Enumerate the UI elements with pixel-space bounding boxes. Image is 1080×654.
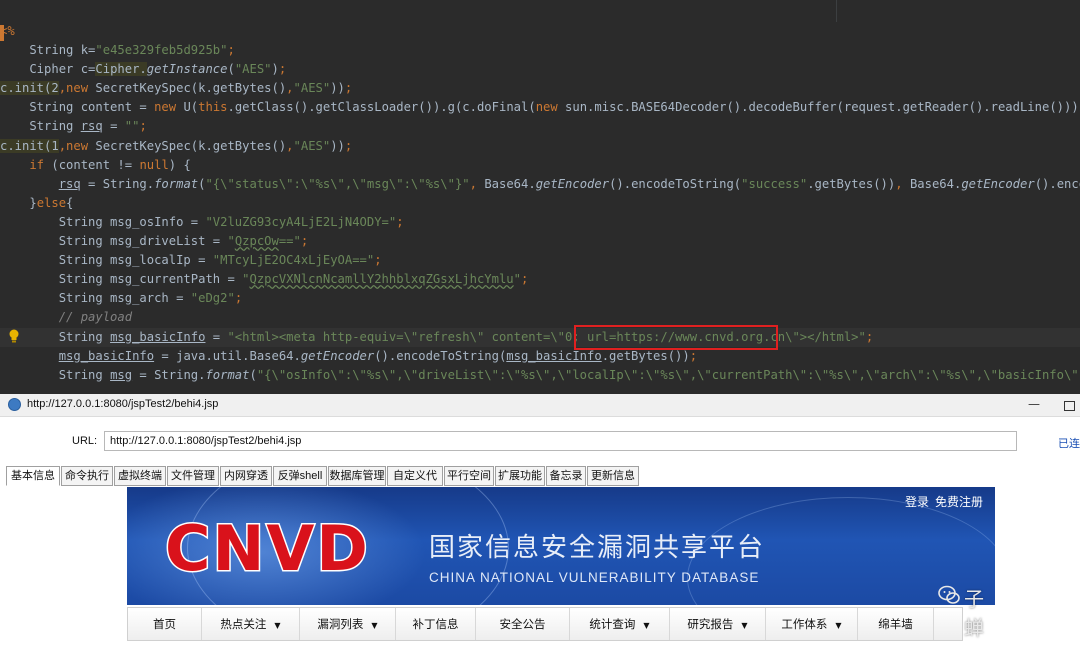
- dropdown-arrow-icon: ▼: [371, 621, 378, 630]
- register-link[interactable]: 免费注册: [935, 493, 983, 510]
- code-line: String msg_driveList = "QzpcOw==";: [0, 234, 309, 249]
- nav-item-label: 研究报告: [687, 617, 734, 631]
- watermark-text: 子蝉: [964, 587, 984, 640]
- code-line: if (content != null) {: [0, 157, 191, 172]
- nav-item-label: 补丁信息: [412, 617, 459, 631]
- tab-8[interactable]: 平行空间: [444, 466, 494, 486]
- tab-3[interactable]: 文件管理: [167, 466, 219, 486]
- nav-item-7[interactable]: 工作体系 ▼: [766, 608, 858, 640]
- nav-item-3[interactable]: 补丁信息: [396, 608, 476, 640]
- tab-9[interactable]: 扩展功能: [495, 466, 545, 486]
- wechat-icon: [938, 585, 960, 604]
- code-line: String k="e45e329feb5d925b";: [0, 43, 235, 58]
- tab-1[interactable]: 命令执行: [61, 466, 113, 486]
- nav-item-8[interactable]: 绵羊墙: [858, 608, 934, 640]
- nav-item-2[interactable]: 漏洞列表 ▼: [300, 608, 396, 640]
- code-line: // payload: [0, 310, 133, 325]
- site-title-cn: 国家信息安全漏洞共享平台: [429, 533, 766, 563]
- maximize-button[interactable]: [1062, 398, 1076, 412]
- code-line: c.init(2,new SecretKeySpec(k.getBytes(),…: [0, 81, 353, 96]
- code-line: String content = new U(this.getClass().g…: [0, 100, 1080, 115]
- main-nav: 首页 热点关注 ▼ 漏洞列表 ▼ 补丁信息 安全公告 统计查询 ▼ 研究报告 ▼ 工作体系 ▼ 绵羊墙: [127, 607, 963, 641]
- url-label: URL:: [72, 435, 98, 447]
- code-line: Cipher c=Cipher.getInstance("AES");: [0, 62, 287, 77]
- code-line: String msg_basicInfo = "<html><meta http…: [0, 327, 1080, 347]
- code-editor[interactable]: <% String k="e45e329feb5d925b"; Cipher c…: [0, 0, 1080, 394]
- window-title: http://127.0.0.1:8080/jspTest2/behi4.jsp: [27, 398, 219, 410]
- nav-item-4[interactable]: 安全公告: [476, 608, 570, 640]
- nav-item-5[interactable]: 统计查询 ▼: [570, 608, 670, 640]
- connection-status[interactable]: 已连: [1058, 435, 1080, 451]
- nav-item-label: 漏洞列表: [317, 617, 364, 631]
- dropdown-arrow-icon: ▼: [274, 621, 281, 630]
- nav-item-6[interactable]: 研究报告 ▼: [670, 608, 766, 640]
- dropdown-arrow-icon: ▼: [835, 621, 842, 630]
- url-row: URL: http://127.0.0.1:8080/jspTest2/behi…: [0, 417, 1080, 464]
- nav-item-label: 安全公告: [499, 617, 546, 631]
- globe-icon: [8, 398, 21, 411]
- nav-item-label: 统计查询: [589, 617, 636, 631]
- editor-top-strip: [0, 0, 1080, 22]
- code-line: rsq = String.format("{\"status\":\"%s\",…: [58, 176, 1080, 191]
- nav-item-label: 热点关注: [220, 617, 267, 631]
- nav-item-0[interactable]: 首页: [128, 608, 202, 640]
- code-line: String msg_localIp = "MTcyLjE2OC4xLjEyOA…: [0, 253, 382, 268]
- lightbulb-icon[interactable]: [8, 329, 20, 343]
- code-line: <%: [0, 24, 15, 38]
- nav-item-label: 工作体系: [781, 617, 828, 631]
- site-title-en: CHINA NATIONAL VULNERABILITY DATABASE: [429, 570, 760, 585]
- browser-window: http://127.0.0.1:8080/jspTest2/behi4.jsp…: [0, 394, 1080, 654]
- code-line: }else{: [0, 195, 74, 210]
- url-highlight-box: [574, 325, 778, 350]
- tab-10[interactable]: 备忘录: [546, 466, 586, 486]
- minimize-button[interactable]: —: [1026, 397, 1042, 413]
- page-content: CNVD 国家信息安全漏洞共享平台 CHINA NATIONAL VULNERA…: [0, 487, 1080, 654]
- cnvd-logo[interactable]: CNVD: [164, 515, 370, 582]
- code-line: String rsq = "";: [0, 119, 147, 134]
- code-lines: <% String k="e45e329feb5d925b"; Cipher c…: [0, 22, 1080, 385]
- nav-item-label: 绵羊墙: [878, 617, 913, 631]
- maximize-icon: [1064, 401, 1075, 411]
- code-line: String msg = String.format("{\"osInfo\":…: [0, 367, 1080, 382]
- tab-4[interactable]: 内网穿透: [220, 466, 272, 486]
- dropdown-arrow-icon: ▼: [741, 621, 748, 630]
- tab-7[interactable]: 自定义代码: [387, 466, 443, 500]
- url-input[interactable]: http://127.0.0.1:8080/jspTest2/behi4.jsp: [104, 431, 1017, 451]
- code-line: c.init(1,new SecretKeySpec(k.getBytes(),…: [0, 138, 353, 153]
- tab-0[interactable]: 基本信息: [6, 466, 60, 486]
- nav-item-1[interactable]: 热点关注 ▼: [202, 608, 300, 640]
- code-line: String msg_currentPath = "QzpcVXNlcnNcam…: [0, 272, 529, 287]
- tab-5[interactable]: 反弹shell: [273, 466, 327, 486]
- login-link[interactable]: 登录: [905, 493, 929, 510]
- tab-2[interactable]: 虚拟终端: [114, 466, 166, 486]
- cnvd-banner: CNVD 国家信息安全漏洞共享平台 CHINA NATIONAL VULNERA…: [127, 487, 995, 605]
- code-line: String msg_osInfo = "V2luZG93cyA4LjE2LjN…: [0, 214, 404, 229]
- nav-item-label: 首页: [153, 617, 176, 631]
- tab-bar: 基本信息命令执行虚拟终端文件管理内网穿透反弹shell数据库管理自定义代码平行空…: [0, 465, 1080, 500]
- title-bar: http://127.0.0.1:8080/jspTest2/behi4.jsp…: [0, 394, 1080, 417]
- code-line: msg_basicInfo = java.util.Base64.getEnco…: [58, 348, 698, 363]
- tab-6[interactable]: 数据库管理: [328, 466, 386, 486]
- dropdown-arrow-icon: ▼: [643, 621, 650, 630]
- code-line: String msg_arch = "eDg2";: [0, 291, 243, 306]
- tab-11[interactable]: 更新信息: [587, 466, 639, 486]
